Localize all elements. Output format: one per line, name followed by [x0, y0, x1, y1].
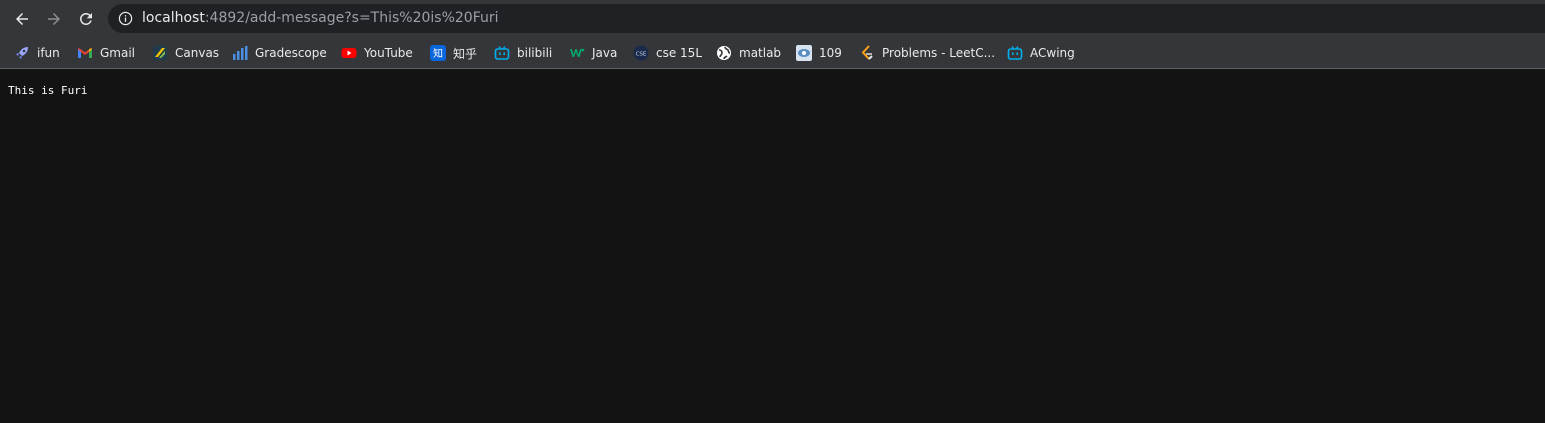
bookmark-label: Problems - LeetC... — [882, 46, 996, 60]
bilibili-icon — [494, 45, 510, 61]
url-path: :4892/add-message?s=This%20is%20Furi — [204, 10, 499, 26]
bookmark-acwing[interactable]: ACwing — [1007, 42, 1075, 64]
svg-text:知: 知 — [433, 47, 443, 60]
bookmark-label: bilibili — [517, 46, 553, 60]
arrow-left-icon — [16, 13, 28, 25]
bookmark-java[interactable]: Java — [569, 42, 617, 64]
address-bar[interactable]: localhost:4892/add-message?s=This%20is%2… — [108, 4, 1545, 33]
leetcode-icon — [859, 45, 875, 61]
bookmark-label: Gradescope — [255, 46, 327, 60]
info-icon[interactable] — [118, 11, 133, 26]
bookmark-leetcode[interactable]: Problems - LeetC... — [859, 42, 995, 64]
bookmark-109[interactable]: 109 — [796, 42, 842, 64]
bookmark-zhihu[interactable]: 知 知乎 — [430, 42, 477, 64]
bookmark-label: YouTube — [364, 46, 413, 60]
youtube-icon — [341, 45, 357, 61]
zhihu-icon: 知 — [430, 45, 446, 61]
bookmark-label: 109 — [819, 46, 842, 60]
canvas-icon — [152, 45, 168, 61]
browser-toolbar: localhost:4892/add-message?s=This%20is%2… — [0, 0, 1545, 37]
reload-button[interactable] — [74, 7, 98, 31]
bookmark-bilibili[interactable]: bilibili — [494, 42, 552, 64]
svg-text:CSE: CSE — [636, 52, 647, 58]
bookmark-ifun[interactable]: ifun — [14, 42, 60, 64]
bilibili-icon — [1007, 45, 1023, 61]
bookmark-label: 知乎 — [453, 46, 478, 61]
cse-icon: CSE — [633, 45, 649, 61]
url-text[interactable]: localhost:4892/add-message?s=This%20is%2… — [142, 10, 499, 27]
url-host: localhost — [142, 10, 205, 26]
back-button[interactable] — [10, 7, 34, 31]
bookmark-gmail[interactable]: Gmail — [77, 42, 135, 64]
bookmark-label: cse 15L — [656, 46, 703, 60]
eye-icon — [796, 45, 812, 61]
rocket-icon — [14, 45, 30, 61]
bookmark-canvas[interactable]: Canvas — [152, 42, 219, 64]
w3-icon — [569, 45, 585, 61]
forward-button[interactable] — [42, 7, 66, 31]
bookmark-label: Gmail — [100, 46, 136, 60]
bookmark-label: Canvas — [175, 46, 220, 60]
bookmark-youtube[interactable]: YouTube — [341, 42, 413, 64]
bookmark-label: matlab — [739, 46, 782, 60]
bookmarks-bar: ifun Gmail Canvas Gradescope YouTube 知 知… — [0, 37, 1545, 69]
arrow-right-icon — [48, 13, 60, 25]
bookmark-label: Java — [592, 46, 618, 60]
bookmark-matlab[interactable]: matlab — [716, 42, 781, 64]
bookmark-cse-15l[interactable]: CSE cse 15L — [633, 42, 702, 64]
page-content: This is Furi — [0, 70, 1545, 423]
globe-icon — [716, 45, 732, 61]
bookmark-label: ACwing — [1030, 46, 1075, 60]
reload-icon — [79, 12, 92, 25]
bar-chart-icon — [232, 45, 248, 61]
message-text: This is Furi — [8, 84, 88, 97]
bookmark-gradescope[interactable]: Gradescope — [232, 42, 327, 64]
bookmark-label: ifun — [37, 46, 60, 60]
gmail-icon — [77, 45, 93, 61]
